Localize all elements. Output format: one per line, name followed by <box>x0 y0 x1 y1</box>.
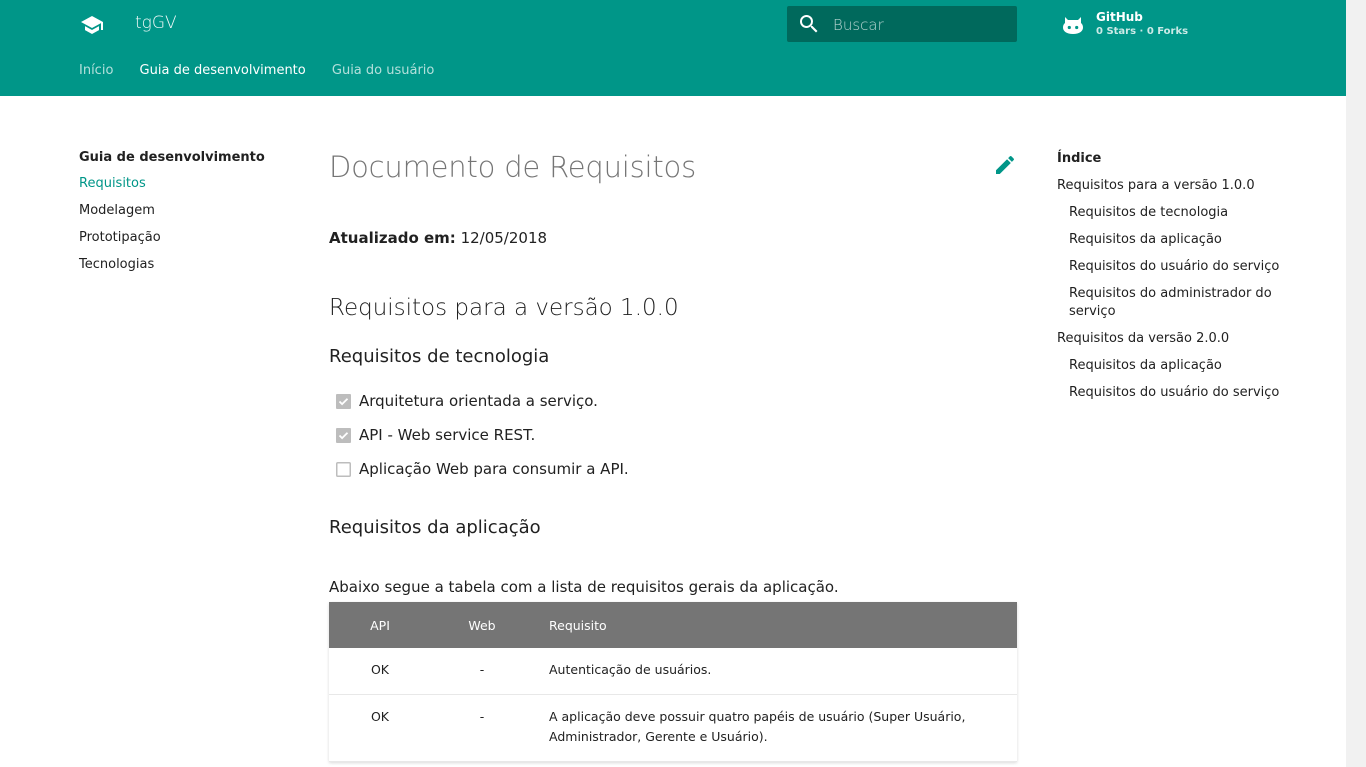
section-title: Requisitos para a versão 1.0.0 <box>329 295 679 321</box>
task-item: Arquitetura orientada a serviço. <box>336 391 629 425</box>
github-icon <box>1061 13 1085 37</box>
task-label: Arquitetura orientada a serviço. <box>359 392 598 410</box>
intro-text: Abaixo segue a tabela com a lista de req… <box>329 578 839 596</box>
task-item: API - Web service REST. <box>336 425 629 459</box>
table-row: OK - Autenticação de usuários. <box>329 648 1017 695</box>
tab-guia-desenvolvimento[interactable]: Guia de desenvolvimento <box>140 63 306 78</box>
header-tabs: Início Guia de desenvolvimento Guia do u… <box>79 63 456 78</box>
toc-item[interactable]: Requisitos do usuário do serviço <box>1057 384 1297 402</box>
updated-date: 12/05/2018 <box>460 229 548 247</box>
updated-line: Atualizado em: 12/05/2018 <box>329 229 547 247</box>
tab-guia-usuario[interactable]: Guia do usuário <box>332 63 435 78</box>
search-box[interactable] <box>787 6 1017 44</box>
sidebar-item-prototipacao[interactable]: Prototipação <box>79 229 299 256</box>
site-title[interactable]: tgGV <box>135 13 177 33</box>
checkbox-checked-icon <box>336 428 351 443</box>
header: tgGV GitHub 0 Stars · 0 Forks Início Gui… <box>0 0 1346 96</box>
table-cell: - <box>431 694 533 762</box>
table-row: OK - A aplicação deve possuir quatro pap… <box>329 694 1017 762</box>
table-header-cell: API <box>329 602 431 648</box>
app-requirements-title: Requisitos da aplicação <box>329 517 541 538</box>
toc-item[interactable]: Requisitos para a versão 1.0.0 <box>1057 177 1297 195</box>
sidebar-item-modelagem[interactable]: Modelagem <box>79 202 299 229</box>
sidebar-nav: Guia de desenvolvimento Requisitos Model… <box>79 150 299 283</box>
table-cell: OK <box>329 648 431 695</box>
task-label: Aplicação Web para consumir a API. <box>359 460 629 478</box>
checkbox-checked-icon <box>336 394 351 409</box>
table-of-contents: Índice Requisitos para a versão 1.0.0 Re… <box>1057 150 1297 411</box>
toc-item[interactable]: Requisitos do administrador do serviço <box>1057 285 1297 321</box>
table-cell: - <box>431 648 533 695</box>
github-facts: 0 Stars · 0 Forks <box>1096 26 1189 37</box>
sidebar-item-tecnologias[interactable]: Tecnologias <box>79 256 299 283</box>
toc-item[interactable]: Requisitos de tecnologia <box>1057 204 1297 222</box>
checkbox-empty-icon <box>336 462 351 477</box>
table-cell: Autenticação de usuários. <box>533 648 1017 695</box>
table-header-cell: Web <box>431 602 533 648</box>
table-header-row: API Web Requisito <box>329 602 1017 648</box>
task-label: API - Web service REST. <box>359 426 536 444</box>
task-list: Arquitetura orientada a serviço. API - W… <box>336 391 629 493</box>
toc-item[interactable]: Requisitos da versão 2.0.0 <box>1057 330 1297 348</box>
tech-requirements-title: Requisitos de tecnologia <box>329 346 550 367</box>
toc-item[interactable]: Requisitos do usuário do serviço <box>1057 258 1297 276</box>
school-icon[interactable] <box>79 13 105 37</box>
tab-inicio[interactable]: Início <box>79 63 113 78</box>
table-header-cell: Requisito <box>533 602 1017 648</box>
requirements-table: API Web Requisito OK - Autenticação de u… <box>329 602 1017 762</box>
scrollbar[interactable] <box>1346 0 1366 767</box>
sidebar-title: Guia de desenvolvimento <box>79 150 265 165</box>
table-cell: A aplicação deve possuir quatro papéis d… <box>533 694 1017 762</box>
github-name: GitHub <box>1096 10 1143 24</box>
task-item: Aplicação Web para consumir a API. <box>336 459 629 493</box>
sidebar-item-requisitos[interactable]: Requisitos <box>79 175 299 202</box>
search-input[interactable] <box>831 6 1015 44</box>
search-icon[interactable] <box>797 12 821 36</box>
updated-label: Atualizado em: <box>329 229 456 247</box>
edit-pencil-icon[interactable] <box>993 153 1017 177</box>
page-title: Documento de Requisitos <box>329 150 696 184</box>
main-content: Documento de Requisitos Atualizado em: 1… <box>329 145 1017 762</box>
toc-title: Índice <box>1057 151 1102 166</box>
toc-item[interactable]: Requisitos da aplicação <box>1057 231 1297 249</box>
toc-item[interactable]: Requisitos da aplicação <box>1057 357 1297 375</box>
table-cell: OK <box>329 694 431 762</box>
